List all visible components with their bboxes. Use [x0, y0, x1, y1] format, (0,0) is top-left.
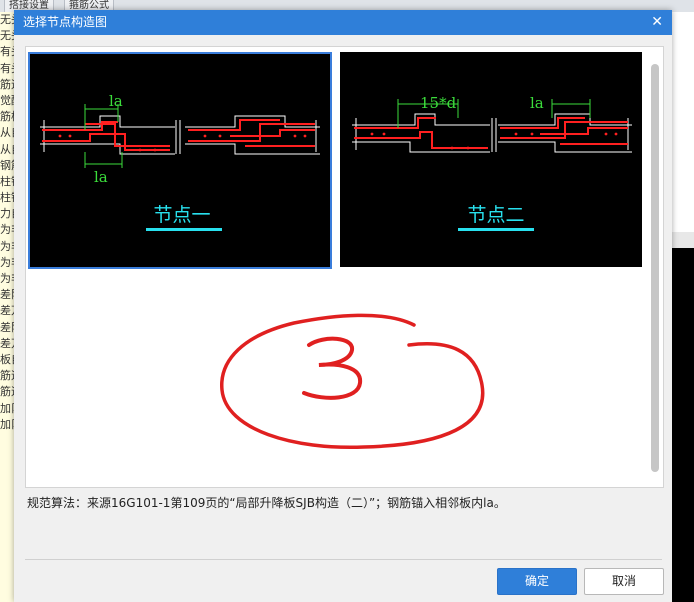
background-right-header	[672, 232, 694, 249]
bg-list-item: 有头	[0, 61, 14, 75]
node-1-rebar-dots	[58, 134, 307, 152]
bg-list-item: 为非	[0, 239, 14, 253]
bg-list-item: 柱钢	[0, 174, 14, 188]
bg-list-item: 筋梯	[0, 110, 14, 124]
node-2-thumbnail[interactable]: 15*d la 节点二	[340, 52, 642, 267]
handwritten-annotation	[220, 313, 485, 450]
node-2-underline	[458, 228, 534, 231]
node-2-drawing: 15*d la	[352, 94, 632, 153]
background-property-list: 无头无头有头有头筋遇觉醒筋梯从自从自钢筋柱钢柱钢力自为非为非为非为非差阵差万差阵…	[0, 12, 15, 602]
bg-list-item: 从自	[0, 142, 14, 156]
bg-list-item: 差阵	[0, 288, 14, 302]
rule-description: 规范算法：来源16G101-1第109页的“局部升降板SJB构造（二）”；钢筋锚…	[27, 496, 506, 510]
bg-list-item: 钢筋	[0, 158, 14, 172]
bg-list-item: 差万	[0, 304, 14, 318]
bg-list-item: 觉醒	[0, 93, 14, 107]
cancel-button[interactable]: 取消	[584, 568, 664, 595]
bg-list-item: 为非	[0, 255, 14, 269]
gallery-scrollbar[interactable]	[650, 50, 660, 484]
bg-list-item: 有头	[0, 45, 14, 59]
bg-list-item: 加阝	[0, 401, 14, 415]
dialog-title: 选择节点构造图	[23, 15, 108, 29]
footer-divider	[25, 559, 662, 560]
node-2-rebar-dots	[370, 132, 618, 150]
node-1-underline	[146, 228, 222, 231]
bg-list-item: 无头	[0, 13, 14, 26]
bg-list-item: 柱钢	[0, 191, 14, 205]
bg-list-item: 加阝	[0, 417, 14, 431]
node-2-label: 节点二	[467, 204, 525, 226]
node-2-dim-right: la	[530, 94, 544, 112]
bg-list-item: 为非	[0, 272, 14, 285]
node-1-thumbnail[interactable]: la la 节点一	[28, 52, 332, 269]
node-1-dim-top: la	[109, 92, 123, 110]
bg-list-item: 从自	[0, 126, 14, 140]
bg-list-item: 力自	[0, 207, 14, 221]
bg-list-item: 无头	[0, 29, 14, 43]
bg-list-item: 板自	[0, 352, 14, 366]
close-icon[interactable]: ✕	[651, 10, 663, 35]
dialog-titlebar: 选择节点构造图 ✕	[14, 10, 672, 35]
background-cad-view	[672, 248, 694, 602]
bg-list-item: 筋遇	[0, 77, 14, 91]
bg-list-item: 筋遇	[0, 385, 14, 399]
node-1-label: 节点一	[153, 204, 211, 226]
node-1-dim-bottom: la	[94, 168, 108, 186]
node-2-dim-left: 15*d	[420, 94, 457, 112]
bg-list-item: 为非	[0, 223, 14, 237]
ok-button[interactable]: 确定	[497, 568, 577, 595]
node-1-drawing: la la	[40, 92, 320, 186]
node-construction-dialog: 选择节点构造图 ✕ la la 节点一 15*d la 节点二 规范算法：来源1…	[14, 10, 672, 602]
scrollbar-thumb[interactable]	[651, 64, 659, 472]
bg-list-item: 差万	[0, 336, 14, 350]
annotation-glyph	[302, 336, 363, 400]
bg-list-item: 差阵	[0, 320, 14, 334]
bg-list-item: 筋遇	[0, 369, 14, 383]
